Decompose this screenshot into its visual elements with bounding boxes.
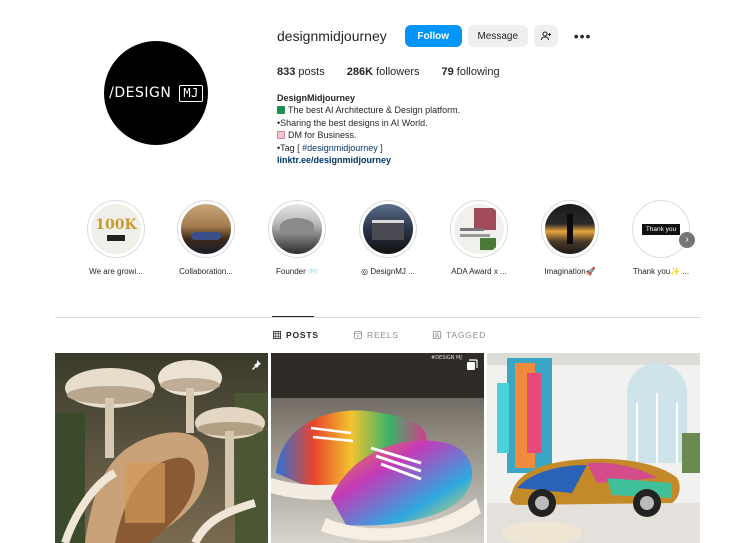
- post-watermark: #DESIGN MJ: [431, 355, 462, 361]
- stat-following-label: following: [453, 66, 500, 78]
- highlight-cover: 100K: [91, 204, 141, 254]
- multi-image-icon: [467, 359, 478, 370]
- profile-actions-row: designmidjourney Follow Message •••: [277, 24, 737, 48]
- story-highlights: 100K We are growi... Collaboration... Fo…: [78, 200, 718, 280]
- highlight-label: Founder 📨: [276, 267, 318, 276]
- highlight-label: We are growi...: [89, 267, 143, 276]
- highlight-label: Imagination🚀: [544, 267, 596, 276]
- envelope-icon: [277, 131, 285, 140]
- highlight-label: Collaboration...: [179, 267, 233, 276]
- tab-tagged[interactable]: TAGGED: [433, 330, 486, 340]
- bio-tag-prefix: •Tag [: [277, 142, 303, 153]
- tab-reels[interactable]: REELS: [354, 330, 399, 340]
- highlight-cover: [545, 204, 595, 254]
- active-tab-indicator: [272, 316, 314, 317]
- tab-posts-label: POSTS: [286, 330, 319, 340]
- highlight-label: ◎ DesignMJ ...: [361, 267, 415, 276]
- highlight-cover-shape: [474, 208, 496, 230]
- highlight-cover-shape: [372, 220, 404, 240]
- pin-icon: [252, 360, 261, 370]
- highlight-cover-text: 100K: [95, 217, 137, 233]
- profile-username: designmidjourney: [277, 28, 387, 44]
- profile-tabs: POSTS REELS TAGGED: [0, 330, 748, 344]
- profile-avatar[interactable]: /DESIGN MJ: [104, 41, 208, 145]
- grid-icon: [273, 331, 281, 339]
- highlight-cover-shape: [480, 238, 496, 250]
- highlight-cover: [181, 204, 231, 254]
- highlight-cover: Thank you: [636, 204, 686, 254]
- stat-following[interactable]: 79 following: [441, 66, 499, 78]
- bio-line-1: The best AI Architecture & Design platfo…: [277, 104, 737, 116]
- tab-tagged-label: TAGGED: [446, 330, 487, 340]
- highlight-item[interactable]: Collaboration...: [168, 200, 244, 276]
- highlight-item[interactable]: Founder 📨: [259, 200, 335, 276]
- stat-followers-count: 286K: [346, 66, 374, 78]
- highlight-ring: [359, 200, 417, 258]
- post-image-mushroom-house: [55, 353, 268, 543]
- post-image-painted-car: [487, 353, 700, 543]
- tagged-icon: [433, 331, 441, 339]
- bio-line-3: DM for Business.: [277, 129, 737, 141]
- highlight-item[interactable]: Imagination🚀: [532, 200, 608, 276]
- stat-posts: 833 posts: [277, 66, 325, 78]
- highlight-cover-shape: [191, 232, 221, 240]
- highlight-cover-shape: [460, 228, 484, 231]
- highlight-item[interactable]: ◎ DesignMJ ...: [350, 200, 426, 276]
- highlight-ring: [450, 200, 508, 258]
- highlight-cover: [363, 204, 413, 254]
- profile-stats: 833 posts 286K followers 79 following: [277, 66, 737, 78]
- highlight-cover-shape: [280, 218, 314, 234]
- highlight-label: Thank you✨ ...: [632, 267, 690, 276]
- stat-followers[interactable]: 286K followers: [347, 66, 420, 78]
- more-options-icon[interactable]: •••: [574, 28, 592, 44]
- highlight-cover-text: Thank you: [641, 223, 681, 235]
- bio-hashtag-link[interactable]: #designmidjourney: [302, 143, 378, 153]
- bio-line-1-text: The best AI Architecture & Design platfo…: [288, 105, 461, 116]
- post-thumbnail[interactable]: #DESIGN MJ: [271, 353, 484, 543]
- post-thumbnail[interactable]: [55, 353, 268, 543]
- bio-tag-suffix: ]: [377, 142, 383, 153]
- profile-info: designmidjourney Follow Message ••• 833 …: [277, 24, 737, 166]
- stat-posts-label: posts: [295, 66, 325, 78]
- follow-button[interactable]: Follow: [404, 25, 462, 47]
- avatar-text: /DESIGN: [109, 85, 172, 101]
- stat-following-count: 79: [441, 66, 454, 78]
- bio-external-link[interactable]: linktr.ee/designmidjourney: [277, 154, 737, 166]
- highlight-ring: Thank you: [632, 200, 690, 258]
- highlight-cover-shape: [567, 214, 573, 244]
- bio-line-4: •Tag [ #designmidjourney ]: [277, 142, 737, 154]
- stat-posts-count: 833: [277, 66, 296, 78]
- avatar-text-box: MJ: [179, 84, 203, 102]
- highlight-item[interactable]: ADA Award x ...: [441, 200, 517, 276]
- suggested-accounts-button[interactable]: [533, 25, 558, 47]
- reels-icon: [354, 331, 362, 339]
- highlights-next-icon[interactable]: ›: [679, 232, 695, 248]
- highlight-ring: 100K: [87, 200, 145, 258]
- post-thumbnail[interactable]: [487, 353, 700, 543]
- highlight-cover: [454, 204, 504, 254]
- profile-bio: DesignMidjourney The best AI Architectur…: [277, 92, 737, 166]
- stat-followers-label: followers: [373, 66, 420, 78]
- bio-name: DesignMidjourney: [277, 93, 356, 103]
- tabs-divider: [55, 317, 701, 318]
- highlight-item[interactable]: 100K We are growi...: [78, 200, 154, 276]
- message-button[interactable]: Message: [467, 25, 528, 47]
- highlight-ring: [541, 200, 599, 258]
- post-image-colorful-sneakers: #DESIGN MJ: [271, 353, 484, 543]
- highlight-cover-box: [107, 235, 125, 241]
- highlight-label: ADA Award x ...: [451, 267, 507, 276]
- bio-line-2: •Sharing the best designs in AI World.: [277, 117, 428, 128]
- green-square-icon: [277, 106, 285, 115]
- highlight-cover: [272, 204, 322, 254]
- highlight-ring: [177, 200, 235, 258]
- add-person-icon: [540, 31, 551, 41]
- tab-reels-label: REELS: [367, 330, 399, 340]
- bio-line-3-text: DM for Business.: [288, 130, 357, 141]
- tab-posts[interactable]: POSTS: [273, 330, 319, 340]
- highlight-cover-shape: [460, 234, 490, 237]
- highlight-ring: [268, 200, 326, 258]
